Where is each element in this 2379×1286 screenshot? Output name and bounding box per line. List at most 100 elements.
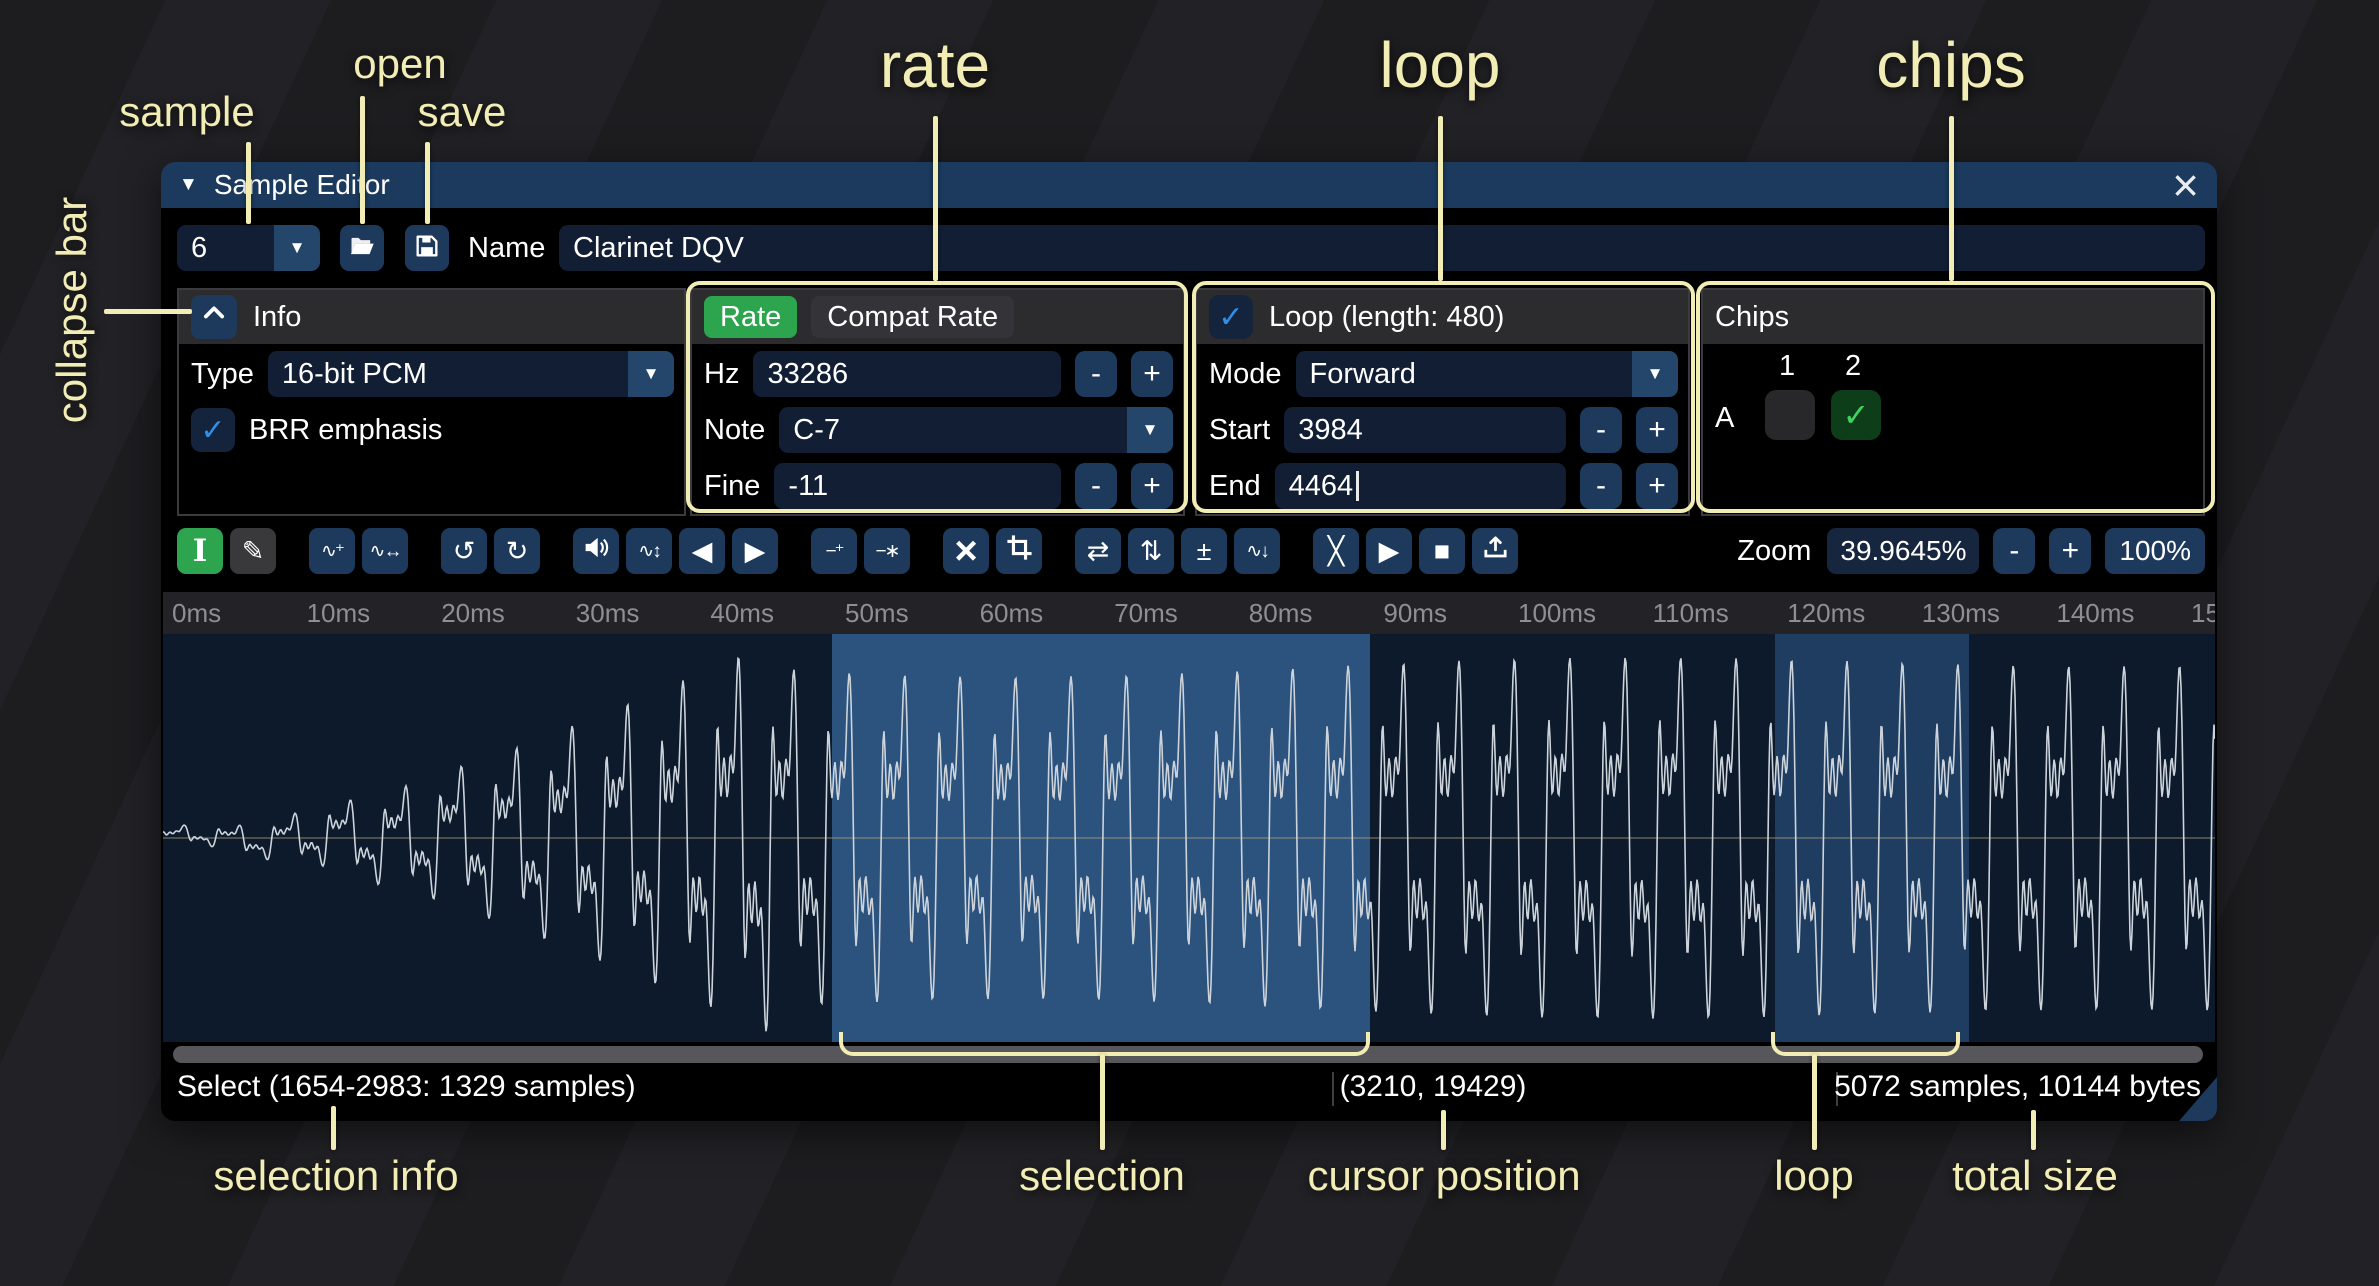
waveform-scrollbar[interactable] [173,1046,2203,1063]
resample-icon: ∿⁺ [321,540,343,563]
redo-button[interactable]: ↻ [494,528,540,574]
draw-tool-button[interactable]: ✎ [230,528,276,574]
crossfade-icon: ╳ [1328,536,1344,567]
chip-column-label: 1 [1779,350,1795,383]
chevron-down-icon[interactable]: ▼ [1127,407,1173,453]
loop-checkbox[interactable]: ✓ [1209,295,1253,339]
collapse-bar-button[interactable] [191,295,237,339]
dc-offset-button[interactable]: ± [1181,528,1227,574]
fade-out-icon: ▶ [745,536,766,567]
waveform-trace [163,634,2215,1042]
titlebar[interactable]: ▼ Sample Editor × [161,162,2217,208]
save-button[interactable] [405,225,449,271]
hz-value: 33286 [767,358,848,391]
insert-silence-button[interactable]: −⁺ [811,528,857,574]
annotation-save: save [418,88,507,136]
note-dropdown[interactable]: C-7 ▼ [779,407,1173,453]
zoom-reset-button[interactable]: 100% [2105,528,2205,574]
fine-minus-button[interactable]: - [1075,463,1117,509]
annotation-loop-bottom: loop [1774,1152,1853,1200]
annotation-total-size: total size [1952,1152,2118,1200]
ruler-label: 150ms [2191,598,2215,629]
open-button[interactable] [340,225,384,271]
waveform-view[interactable] [163,634,2215,1042]
annotation-loop: loop [1380,28,1501,102]
crossfade-button[interactable]: ╳ [1313,528,1359,574]
loop-panel-title: Loop (length: 480) [1269,301,1504,334]
chevron-down-icon[interactable]: ▼ [274,225,320,271]
hz-input[interactable]: 33286 [753,351,1061,397]
loop-start-minus-button[interactable]: - [1580,407,1622,453]
annotation-rate: rate [880,28,990,102]
compat-rate-label: Compat Rate [827,301,998,334]
annotation-sample: sample [119,88,254,136]
chevron-up-icon [200,299,228,335]
loop-end-minus-button[interactable]: - [1580,463,1622,509]
chevron-down-icon[interactable]: ▼ [628,351,674,397]
normalize-icon: ⇅ [1140,536,1163,567]
loop-start-input[interactable]: 3984 [1284,407,1566,453]
toolbar: I✎∿⁺∿↔↺↻∿↕◀▶−⁺−∗×⇄⇅±∿↓╳▶■ Zoom 39.9645% … [177,528,2205,574]
rate-toggle-button[interactable]: Rate [704,296,797,338]
hz-plus-button[interactable]: + [1131,351,1173,397]
fine-plus-button[interactable]: + [1131,463,1173,509]
stop-preview-button[interactable]: ■ [1419,528,1465,574]
zoom-label: Zoom [1737,535,1811,568]
preview-sample-button[interactable] [573,528,619,574]
status-bar: Select (1654-2983: 1329 samples) (3210, … [161,1068,2217,1110]
name-input[interactable]: Clarinet DQV [559,225,2205,271]
ruler-label: 140ms [2056,598,2134,629]
note-value: C-7 [779,414,1127,447]
window-title: Sample Editor [214,169,390,201]
loop-end-value: 4464 [1289,470,1354,503]
zoom-input[interactable]: 39.9645% [1827,528,1979,574]
chip-column-label: 2 [1845,350,1861,383]
delete-selection-button[interactable]: × [943,528,989,574]
fade-out-button[interactable]: ▶ [732,528,778,574]
loop-mode-dropdown[interactable]: Forward ▼ [1296,351,1678,397]
select-tool-button[interactable]: I [177,528,223,574]
export-button[interactable] [1472,528,1518,574]
time-ruler[interactable]: 0ms10ms20ms30ms40ms50ms60ms70ms80ms90ms1… [163,592,2215,634]
ruler-label: 0ms [172,598,221,629]
undo-button[interactable]: ↺ [441,528,487,574]
fade-in-button[interactable]: ◀ [679,528,725,574]
chip-row-label: A [1715,402,1734,435]
loop-end-input[interactable]: 4464 [1275,463,1566,509]
apply-silence-button[interactable]: −∗ [864,528,910,574]
name-value: Clarinet DQV [573,232,744,265]
hz-minus-button[interactable]: - [1075,351,1117,397]
close-icon[interactable]: × [2172,165,2199,205]
chip-checkbox-a-2[interactable]: ✓ [1831,390,1881,440]
reverse-button[interactable]: ⇄ [1075,528,1121,574]
status-divider [1332,1072,1334,1106]
zoom-in-button[interactable]: + [2049,528,2091,574]
selection-info-text: Select (1654-2983: 1329 samples) [177,1070,636,1104]
name-label: Name [468,225,545,271]
trim-button[interactable] [996,528,1042,574]
mode-label: Mode [1209,358,1282,391]
play-preview-button[interactable]: ▶ [1366,528,1412,574]
chips-panel-header: Chips [1703,290,2203,344]
ruler-label: 70ms [1114,598,1178,629]
stretch-button[interactable]: ∿↔ [362,528,408,574]
annotation-chips: chips [1876,28,2025,102]
normalize-button[interactable]: ⇅ [1128,528,1174,574]
loop-start-plus-button[interactable]: + [1636,407,1678,453]
amplify-button[interactable]: ∿↕ [626,528,672,574]
chip-checkbox-a-1[interactable] [1765,390,1815,440]
brr-emphasis-checkbox[interactable]: ✓ [191,408,235,452]
chips-panel: Chips 1 2 A ✓ [1701,288,2205,516]
fine-input[interactable]: -11 [774,463,1061,509]
compat-rate-button[interactable]: Compat Rate [811,296,1014,338]
window-collapse-icon[interactable]: ▼ [179,174,198,196]
type-dropdown[interactable]: 16-bit PCM ▼ [268,351,674,397]
minus-icon: - [1596,413,1606,447]
resample-button[interactable]: ∿⁺ [309,528,355,574]
sample-number-dropdown[interactable]: 6 ▼ [177,225,320,271]
chevron-down-icon[interactable]: ▼ [1632,351,1678,397]
filter-button[interactable]: ∿↓ [1234,528,1280,574]
plus-icon: + [1648,413,1666,447]
loop-end-plus-button[interactable]: + [1636,463,1678,509]
zoom-out-button[interactable]: - [1993,528,2035,574]
